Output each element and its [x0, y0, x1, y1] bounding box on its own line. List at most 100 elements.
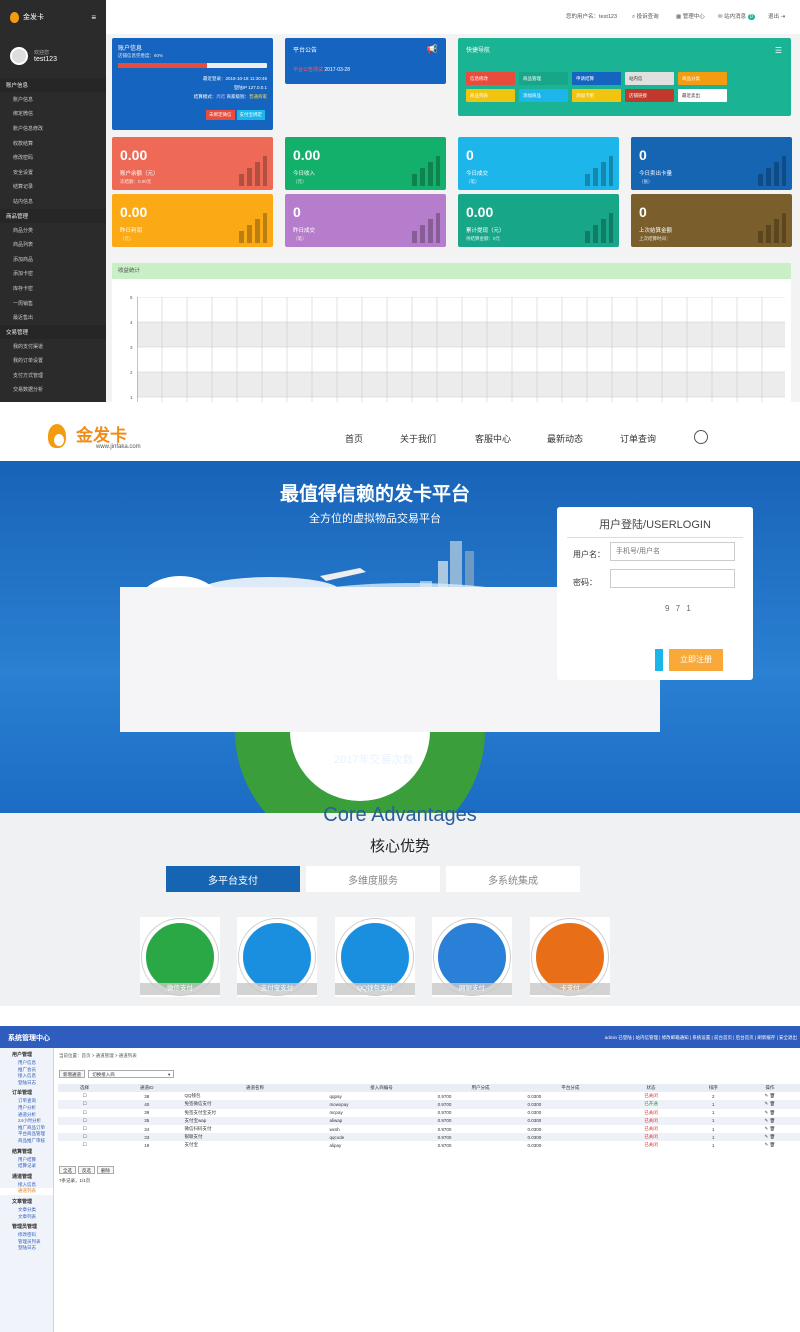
- feature-card[interactable]: 微信支付: [140, 917, 220, 997]
- footer-button[interactable]: 反选: [78, 1166, 95, 1174]
- sidebar-item[interactable]: 结算记录: [0, 180, 106, 195]
- sidebar-item[interactable]: 我的订单设置: [0, 354, 106, 369]
- new-channel-button[interactable]: 新增通道: [59, 1070, 85, 1078]
- sidebar-group-2[interactable]: 交易管理: [0, 324, 106, 339]
- sysadmin-nav-item[interactable]: 登陆日志: [0, 1245, 53, 1252]
- sidebar-group-0[interactable]: 账户信息: [0, 78, 106, 92]
- sysadmin-nav-item[interactable]: 平台商品管理: [0, 1131, 53, 1138]
- menu-toggle-icon[interactable]: ≡: [91, 13, 96, 22]
- password-input[interactable]: [610, 569, 735, 588]
- sysadmin-nav-item[interactable]: 用户分析: [0, 1105, 53, 1112]
- nav-link[interactable]: 最新动态: [547, 432, 583, 445]
- sysadmin-nav-item[interactable]: 登陆日志: [0, 1080, 53, 1087]
- sysadmin-nav-item[interactable]: 接入信息: [0, 1073, 53, 1080]
- quicknav-button[interactable]: 站内信: [625, 72, 674, 85]
- sidebar-item[interactable]: 交易数据分析: [0, 383, 106, 398]
- sidebar-item[interactable]: 账户信息修改: [0, 121, 106, 136]
- quicknav-button[interactable]: 店铺链接: [625, 89, 674, 102]
- bind-wechat-button[interactable]: 未绑定微信: [206, 110, 235, 120]
- advantage-tab[interactable]: 多系统集成: [446, 866, 580, 892]
- sysadmin-nav-item[interactable]: 用户信息: [0, 1060, 53, 1067]
- register-button[interactable]: 立即注册: [669, 649, 723, 671]
- row-actions[interactable]: ✎ 🗑: [740, 1092, 800, 1100]
- captcha-image[interactable]: 9 7 1: [665, 604, 693, 613]
- sysadmin-nav-item[interactable]: 24小时分析: [0, 1118, 53, 1125]
- sidebar-item[interactable]: 绑定微信: [0, 107, 106, 122]
- sysadmin-nav-item[interactable]: 订单查询: [0, 1098, 53, 1105]
- logout-link[interactable]: 退出 ⇥: [768, 12, 785, 20]
- sidebar-item[interactable]: 添加卡密: [0, 267, 106, 282]
- row-actions[interactable]: ✎ 🗑: [740, 1109, 800, 1117]
- sysadmin-group[interactable]: 结算管理: [0, 1148, 53, 1157]
- search-icon[interactable]: [694, 430, 708, 444]
- feature-card[interactable]: QQ钱包支付: [335, 917, 415, 997]
- avatar[interactable]: [10, 47, 28, 65]
- sysadmin-nav-item[interactable]: 文章列表: [0, 1214, 53, 1221]
- row-checkbox[interactable]: ☐: [58, 1092, 111, 1100]
- sysadmin-group[interactable]: 通道管理: [0, 1173, 53, 1182]
- quicknav-button[interactable]: 申请结算: [572, 72, 621, 85]
- manage-link[interactable]: ▦ 管理中心: [676, 12, 705, 20]
- sidebar-item[interactable]: 库存卡密: [0, 281, 106, 296]
- complaint-link[interactable]: ⌕ 投诉查询: [632, 12, 659, 21]
- quicknav-button[interactable]: 添加卡密: [572, 89, 621, 102]
- sysadmin-nav-item[interactable]: 通道列表: [0, 1188, 53, 1195]
- row-actions[interactable]: ✎ 🗑: [739, 1100, 800, 1109]
- sidebar-item[interactable]: 账户信息: [0, 92, 106, 107]
- bind-alipay-button[interactable]: 支付宝绑定: [236, 110, 265, 120]
- sidebar-item[interactable]: 我的支付渠道: [0, 339, 106, 354]
- row-actions[interactable]: ✎ 🗑: [740, 1125, 800, 1133]
- provider-select[interactable]: 切换接入商 ▾: [88, 1070, 175, 1078]
- row-checkbox[interactable]: ☐: [58, 1100, 112, 1109]
- sysadmin-nav-item[interactable]: 商品推广审核: [0, 1138, 53, 1145]
- sysadmin-top-links[interactable]: admin 已登陆 | 站内信管理 | 修改邮箱通知 | 系统设置 | 前台首页…: [605, 1035, 797, 1041]
- sidebar-item[interactable]: 最近售出: [0, 310, 106, 325]
- sysadmin-group[interactable]: 管理员管理: [0, 1223, 53, 1232]
- quicknav-button[interactable]: 商品分类: [678, 72, 727, 85]
- sysadmin-nav-item[interactable]: 文章分类: [0, 1207, 53, 1214]
- quicknav-button[interactable]: 商品列表: [466, 89, 515, 102]
- feature-card[interactable]: 卡支付: [530, 917, 610, 997]
- username-input[interactable]: [610, 542, 735, 561]
- row-checkbox[interactable]: ☐: [58, 1133, 112, 1142]
- quicknav-button[interactable]: 商品管理: [519, 72, 568, 85]
- advantage-tab[interactable]: 多平台支付: [166, 866, 300, 892]
- sysadmin-nav-item[interactable]: 修改密码: [0, 1232, 53, 1239]
- nav-link[interactable]: 关于我们: [400, 432, 436, 445]
- sidebar-item[interactable]: 修改密码: [0, 150, 106, 165]
- footer-button[interactable]: 删除: [97, 1166, 114, 1174]
- sidebar-item[interactable]: 收款结算: [0, 136, 106, 151]
- advantage-tab[interactable]: 多维度服务: [306, 866, 440, 892]
- sidebar-group-1[interactable]: 商品管理: [0, 208, 106, 223]
- nav-link[interactable]: 首页: [345, 432, 363, 445]
- login-button[interactable]: [655, 649, 663, 671]
- sidebar-item[interactable]: 一周销售: [0, 296, 106, 311]
- messages-link[interactable]: ✉ 站内消息 0: [718, 12, 755, 20]
- row-actions[interactable]: ✎ 🗑: [739, 1133, 800, 1142]
- sidebar-item[interactable]: 商品分类: [0, 223, 106, 238]
- nav-link[interactable]: 订单查询: [620, 432, 656, 445]
- sysadmin-group[interactable]: 文章管理: [0, 1198, 53, 1207]
- row-checkbox[interactable]: ☐: [58, 1141, 111, 1149]
- sysadmin-nav-item[interactable]: 结算记录: [0, 1163, 53, 1170]
- nav-link[interactable]: 客服中心: [475, 432, 511, 445]
- row-checkbox[interactable]: ☐: [58, 1109, 111, 1117]
- row-actions[interactable]: ✎ 🗑: [740, 1141, 800, 1149]
- sysadmin-group[interactable]: 用户管理: [0, 1051, 53, 1060]
- quicknav-button[interactable]: 信息修改: [466, 72, 515, 85]
- brand-logo-icon[interactable]: [44, 422, 74, 452]
- row-checkbox[interactable]: ☐: [58, 1125, 111, 1133]
- sidebar-item[interactable]: 添加商品: [0, 252, 106, 267]
- sidebar-item[interactable]: 商品列表: [0, 237, 106, 252]
- row-checkbox[interactable]: ☐: [58, 1116, 112, 1125]
- feature-card[interactable]: 支付宝支付: [237, 917, 317, 997]
- sidebar-logo[interactable]: 金发卡 ≡: [0, 0, 106, 34]
- row-actions[interactable]: ✎ 🗑: [739, 1116, 800, 1125]
- notice-item[interactable]: 平台公告测试 2017-03-28: [293, 66, 446, 73]
- quicknav-button[interactable]: 最近卖出: [678, 89, 727, 102]
- sidebar-item[interactable]: 安全设置: [0, 165, 106, 180]
- quicknav-button[interactable]: 添加商品: [519, 89, 568, 102]
- feature-card[interactable]: 网银支付: [432, 917, 512, 997]
- footer-button[interactable]: 全选: [59, 1166, 76, 1174]
- sidebar-item[interactable]: 站内信息: [0, 194, 106, 209]
